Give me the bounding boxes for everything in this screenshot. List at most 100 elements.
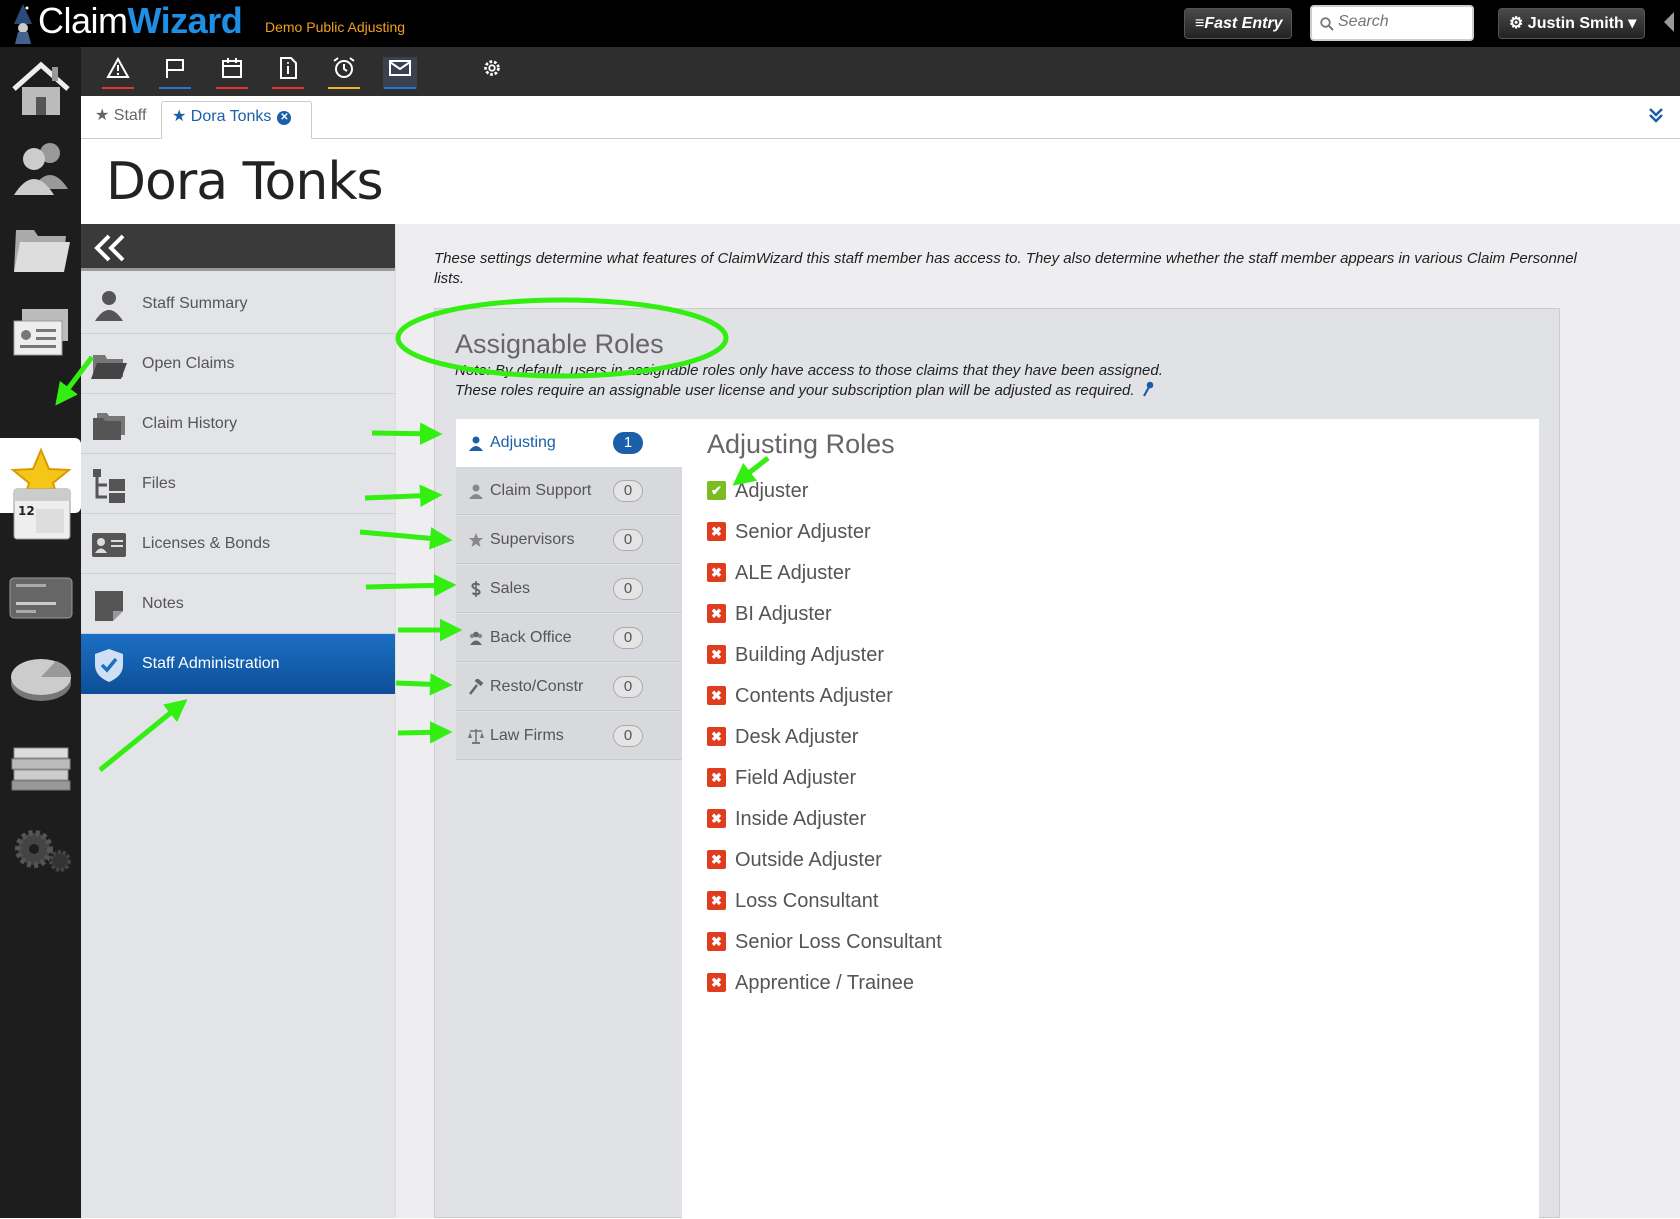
menu-item-label: Claim History [142, 415, 238, 432]
menu-item-label: Staff Administration [142, 655, 280, 672]
category-label: Adjusting [490, 434, 556, 451]
calendar-icon [222, 58, 242, 78]
panel-toggle-icon[interactable] [1664, 12, 1674, 32]
search-input[interactable] [1338, 13, 1468, 31]
adjusting-roles-list: Adjusting Roles ✔ Adjuster ✖ Senior Adjuste… [682, 419, 1539, 1219]
alerts-tool[interactable] [101, 56, 135, 89]
menu-item-licenses-bonds[interactable]: Licenses & Bonds [81, 514, 395, 574]
user-menu-button[interactable]: ⚙ Justin Smith ▾ [1498, 8, 1645, 39]
checkbox-unchecked-icon[interactable]: ✖ [707, 727, 726, 746]
menu-item-staff-administration[interactable]: Staff Administration [81, 634, 395, 694]
category-count: 0 [613, 725, 643, 747]
checkbox-unchecked-icon[interactable]: ✖ [707, 563, 726, 582]
sticky-note-icon [95, 591, 123, 621]
menu-item-open-claims[interactable]: Open Claims [81, 334, 395, 394]
category-label: Sales [490, 580, 531, 597]
tabs-bar: ★ Staff ★ Dora Tonks ✕ [81, 96, 1680, 139]
fast-entry-button[interactable]: ≡Fast Entry [1184, 8, 1292, 39]
pie-chart-icon[interactable] [6, 643, 76, 713]
quick-tools-bar [81, 47, 1680, 96]
person-icon [95, 291, 123, 321]
category-count: 0 [613, 529, 643, 551]
menu-item-notes[interactable]: Notes [81, 574, 395, 634]
star-icon [469, 533, 483, 547]
staff-admin-content: These settings determine what features o… [395, 224, 1680, 1219]
checkbox-unchecked-icon[interactable]: ✖ [707, 891, 726, 910]
category-claim-support[interactable]: Claim Support 0 [456, 467, 682, 515]
checkbox-unchecked-icon[interactable]: ✖ [707, 604, 726, 623]
collapse-menu-bar[interactable] [81, 224, 395, 271]
role-label: Senior Loss Consultant [735, 931, 942, 953]
wizard-logo-icon [14, 4, 32, 44]
company-name: Demo Public Adjusting [265, 19, 406, 35]
contacts-icon[interactable] [6, 131, 76, 201]
file-tree-icon [93, 469, 125, 503]
collapse-chevron-icon[interactable] [93, 233, 127, 263]
menu-item-label: Files [142, 475, 176, 492]
menu-item-label: Licenses & Bonds [142, 535, 271, 552]
checkbox-unchecked-icon[interactable]: ✖ [707, 932, 726, 951]
category-count: 0 [613, 578, 643, 600]
books-icon[interactable] [6, 726, 76, 796]
folder-icon[interactable] [6, 214, 76, 284]
category-label: Law Firms [490, 727, 564, 744]
assignable-roles-panel: Assignable Roles Note: By default, users… [434, 308, 1560, 1219]
search-box[interactable] [1310, 5, 1474, 41]
checkbox-unchecked-icon[interactable]: ✖ [707, 686, 726, 705]
alert-underline [102, 87, 134, 89]
home-icon[interactable] [6, 53, 76, 123]
role-label: Building Adjuster [735, 644, 884, 666]
tab-dora-tonks[interactable]: ★ Dora Tonks ✕ [161, 101, 312, 139]
id-cards-icon[interactable] [6, 297, 76, 367]
category-label: Back Office [490, 629, 572, 646]
hammer-icon [469, 679, 484, 695]
open-folder-icon [91, 355, 127, 379]
flags-tool[interactable] [158, 57, 192, 89]
role-label: Inside Adjuster [735, 808, 867, 830]
scales-icon [468, 729, 484, 744]
menu-item-files[interactable]: Files [81, 454, 395, 514]
checkbox-unchecked-icon[interactable]: ✖ [707, 522, 726, 541]
tab-staff[interactable]: ★ Staff [85, 101, 156, 135]
role-label: Apprentice / Trainee [735, 972, 914, 994]
category-adjusting[interactable]: Adjusting 1 [456, 419, 682, 467]
role-label: Outside Adjuster [735, 849, 882, 871]
alarm-clock-icon [333, 57, 355, 78]
menu-item-staff-summary[interactable]: Staff Summary [81, 274, 395, 334]
role-categories: Adjusting 1 Claim Support 0 Supervisors … [456, 419, 682, 760]
category-sales[interactable]: Sales 0 [456, 565, 682, 613]
role-label: BI Adjuster [735, 603, 832, 625]
category-law-firms[interactable]: Law Firms 0 [456, 712, 682, 760]
settings-tool[interactable] [475, 57, 509, 89]
assignable-roles-note: Note: By default, users in assignable ro… [455, 361, 1163, 401]
checkbox-unchecked-icon[interactable]: ✖ [707, 973, 726, 992]
app-logo[interactable]: ClaimWizard [38, 0, 243, 41]
calendar-tool[interactable] [215, 57, 249, 89]
calendar-icon[interactable]: 12 [6, 477, 76, 547]
category-back-office[interactable]: Back Office 0 [456, 614, 682, 662]
checkbox-checked-icon[interactable]: ✔ [707, 481, 726, 500]
documents-tool[interactable] [271, 57, 305, 89]
category-label: Resto/Constr [490, 678, 584, 695]
gears-icon[interactable] [6, 809, 76, 879]
tab-dora-tonks-label: ★ Dora Tonks [172, 108, 272, 125]
key-icon[interactable] [1142, 381, 1154, 397]
chevron-double-down-icon[interactable] [1648, 106, 1664, 124]
checkbox-unchecked-icon[interactable]: ✖ [707, 768, 726, 787]
adjuster-icon [469, 436, 483, 451]
close-tab-icon[interactable]: ✕ [277, 111, 292, 125]
menu-item-claim-history[interactable]: Claim History [81, 394, 395, 454]
mail-tool[interactable] [383, 57, 417, 89]
category-supervisors[interactable]: Supervisors 0 [456, 516, 682, 564]
top-bar: ClaimWizard Demo Public Adjusting ≡Fast … [0, 0, 1680, 47]
reminders-tool[interactable] [327, 57, 361, 89]
credit-card-icon[interactable] [6, 560, 76, 630]
category-resto-constr[interactable]: Resto/Constr 0 [456, 663, 682, 711]
role-label: Desk Adjuster [735, 726, 859, 748]
logo-plain: Claim [38, 0, 128, 41]
folders-icon [93, 413, 125, 440]
category-label: Supervisors [490, 531, 575, 548]
checkbox-unchecked-icon[interactable]: ✖ [707, 645, 726, 664]
checkbox-unchecked-icon[interactable]: ✖ [707, 809, 726, 828]
checkbox-unchecked-icon[interactable]: ✖ [707, 850, 726, 869]
